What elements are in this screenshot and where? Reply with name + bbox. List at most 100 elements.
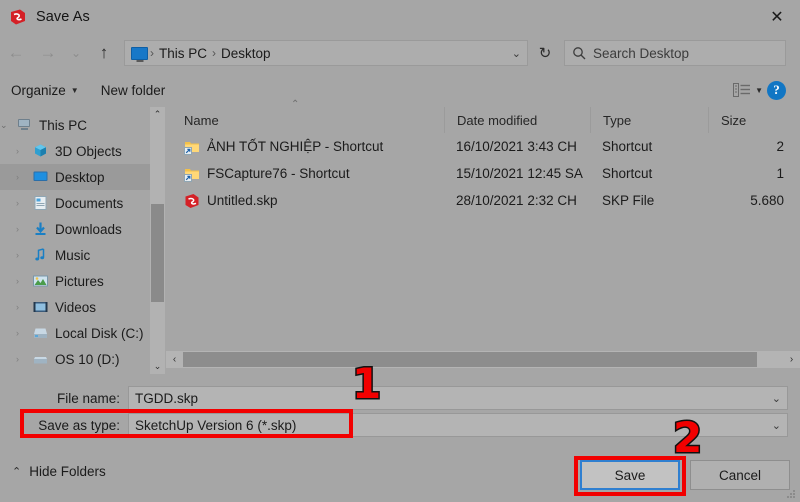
search-placeholder: Search Desktop <box>593 45 690 61</box>
tree-scroll-thumb[interactable] <box>151 204 164 302</box>
chevron-right-icon[interactable]: › <box>16 276 26 286</box>
scroll-left-icon[interactable]: ‹ <box>166 354 183 365</box>
breadcrumb-this-pc[interactable]: This PC <box>156 46 210 61</box>
save-as-dialog: Save As ✕ ← → ⌄ ↑ › This PC › Desktop ⌄ … <box>0 0 800 502</box>
chevron-down-icon[interactable]: ⌄ <box>64 37 88 69</box>
chevron-right-icon[interactable]: › <box>16 250 26 260</box>
file-type-cell: SKP File <box>602 193 655 208</box>
scroll-up-icon[interactable]: ⌃ <box>154 107 162 122</box>
column-label: Name <box>184 112 219 128</box>
sidebar-item-desktop[interactable]: › Desktop <box>0 164 150 190</box>
arrow-up-icon[interactable]: ↑ <box>88 37 120 69</box>
file-list: ⌃ Name Date modified Type Size ẢNH TỐT N… <box>166 99 800 374</box>
table-row[interactable]: FSCapture76 - Shortcut 15/10/2021 12:45 … <box>166 160 800 187</box>
column-label: Date modified <box>457 112 538 128</box>
annotation-step-1: 1 <box>350 359 382 408</box>
save-button[interactable]: Save <box>580 460 680 490</box>
breadcrumb-desktop[interactable]: Desktop <box>218 46 274 61</box>
tree-scroll-track[interactable] <box>150 122 165 359</box>
file-name-input[interactable]: TGDD.skp ⌄ <box>128 386 788 410</box>
chevron-down-icon[interactable]: ⌄ <box>772 419 781 432</box>
chevron-right-icon[interactable]: › <box>16 198 26 208</box>
chevron-right-icon[interactable]: › <box>16 354 26 364</box>
command-bar-right: ▼ ? <box>733 80 800 100</box>
organize-button[interactable]: Organize ▼ <box>0 83 90 98</box>
downloads-icon <box>35 222 46 235</box>
column-label: Type <box>603 112 632 128</box>
column-header-size[interactable]: Size <box>708 107 800 133</box>
sidebar-item-music[interactable]: › Music <box>0 242 150 268</box>
resize-grip-icon[interactable] <box>785 488 797 500</box>
this-pc-icon <box>131 46 148 60</box>
sidebar-item-label: Downloads <box>55 221 122 237</box>
file-name-cell: ẢNH TỐT NGHIỆP - Shortcut <box>166 139 444 155</box>
title-bar: Save As ✕ <box>0 0 800 33</box>
arrow-right-icon[interactable]: → <box>32 37 64 69</box>
command-bar: Organize ▼ New folder ▼ ? <box>0 73 800 107</box>
chevron-expanded-icon[interactable]: ⌄ <box>0 120 10 131</box>
column-header-type[interactable]: Type <box>590 107 708 133</box>
pictures-icon <box>33 275 48 287</box>
hscroll-track[interactable] <box>183 351 783 368</box>
search-icon <box>573 47 586 60</box>
chevron-right-icon[interactable]: › <box>16 224 26 234</box>
cancel-button[interactable]: Cancel <box>690 460 790 490</box>
sidebar-item-pictures[interactable]: › Pictures <box>0 268 150 294</box>
view-layout-icon[interactable] <box>733 82 751 98</box>
tree-scrollbar[interactable]: ⌃ ⌄ <box>150 107 165 374</box>
scroll-right-icon[interactable]: › <box>783 354 800 365</box>
scroll-down-icon[interactable]: ⌄ <box>154 359 162 374</box>
sidebar-item-this-pc[interactable]: ⌄ This PC <box>0 112 150 138</box>
sidebar-item-label: Local Disk (C:) <box>55 325 144 341</box>
table-row[interactable]: Untitled.skp 28/10/2021 2:32 CH SKP File… <box>166 187 800 214</box>
refresh-icon[interactable]: ↻ <box>530 40 560 66</box>
sidebar-item-local-disk-c[interactable]: › Local Disk (C:) <box>0 320 150 346</box>
sidebar-item-documents[interactable]: › Documents <box>0 190 150 216</box>
file-name-label: Untitled.skp <box>207 193 278 208</box>
column-label: Size <box>721 112 747 128</box>
hscroll-thumb[interactable] <box>183 352 757 367</box>
new-folder-label: New folder <box>100 82 166 98</box>
arrow-left-icon[interactable]: ← <box>0 37 32 69</box>
chevron-right-icon[interactable]: › <box>16 172 26 182</box>
help-icon[interactable]: ? <box>767 80 786 100</box>
dialog-body: ⌄ This PC › 3D Objects › Desktop › Docum… <box>0 99 800 374</box>
navigation-tree: ⌄ This PC › 3D Objects › Desktop › Docum… <box>0 107 150 374</box>
table-row[interactable]: ẢNH TỐT NGHIỆP - Shortcut 16/10/2021 3:4… <box>166 133 800 160</box>
file-name-label: FSCapture76 - Shortcut <box>207 166 350 181</box>
address-bar[interactable]: › This PC › Desktop ⌄ <box>124 40 528 66</box>
window-title: Save As <box>36 8 90 25</box>
chevron-right-icon[interactable]: › <box>16 328 26 338</box>
view-dropdown-icon[interactable]: ▼ <box>755 86 763 95</box>
column-header-date-modified[interactable]: Date modified <box>444 107 590 133</box>
file-list-horizontal-scrollbar[interactable]: ‹ › <box>166 351 800 368</box>
3d-objects-icon <box>35 144 46 157</box>
file-name-cell: FSCapture76 - Shortcut <box>166 166 444 182</box>
sidebar-item-label: Music <box>55 247 91 263</box>
new-folder-button[interactable]: New folder <box>90 83 177 98</box>
save-as-type-value: SketchUp Version 6 (*.skp) <box>135 417 297 433</box>
search-input[interactable]: Search Desktop <box>564 40 786 66</box>
chevron-right-icon[interactable]: › <box>16 302 26 312</box>
column-header-name[interactable]: ⌃ Name <box>166 99 444 133</box>
sidebar-item-downloads[interactable]: › Downloads <box>0 216 150 242</box>
file-name-value: TGDD.skp <box>135 390 199 406</box>
chevron-right-icon[interactable]: › <box>16 146 26 156</box>
breadcrumb-separator: › <box>150 46 154 60</box>
sidebar-item-label: This PC <box>39 117 88 133</box>
sidebar-item-videos[interactable]: › Videos <box>0 294 150 320</box>
close-icon[interactable]: ✕ <box>754 0 800 33</box>
sidebar-item-label: 3D Objects <box>55 143 122 159</box>
save-as-type-label: Save as type: <box>38 417 120 433</box>
shortcut-icon <box>184 168 199 182</box>
file-list-header: ⌃ Name Date modified Type Size <box>166 99 800 133</box>
hide-folders-label: Hide Folders <box>29 464 106 479</box>
sidebar-item-3d-objects[interactable]: › 3D Objects <box>0 138 150 164</box>
file-name-cell: Untitled.skp <box>166 193 444 209</box>
sketchup-icon <box>9 8 27 26</box>
music-icon <box>35 248 45 261</box>
address-dropdown-icon[interactable]: ⌄ <box>512 47 521 60</box>
hide-folders-button[interactable]: ⌃ Hide Folders <box>12 464 106 479</box>
sidebar-item-os-10-d[interactable]: › OS 10 (D:) <box>0 346 150 372</box>
chevron-down-icon[interactable]: ⌄ <box>772 392 781 405</box>
